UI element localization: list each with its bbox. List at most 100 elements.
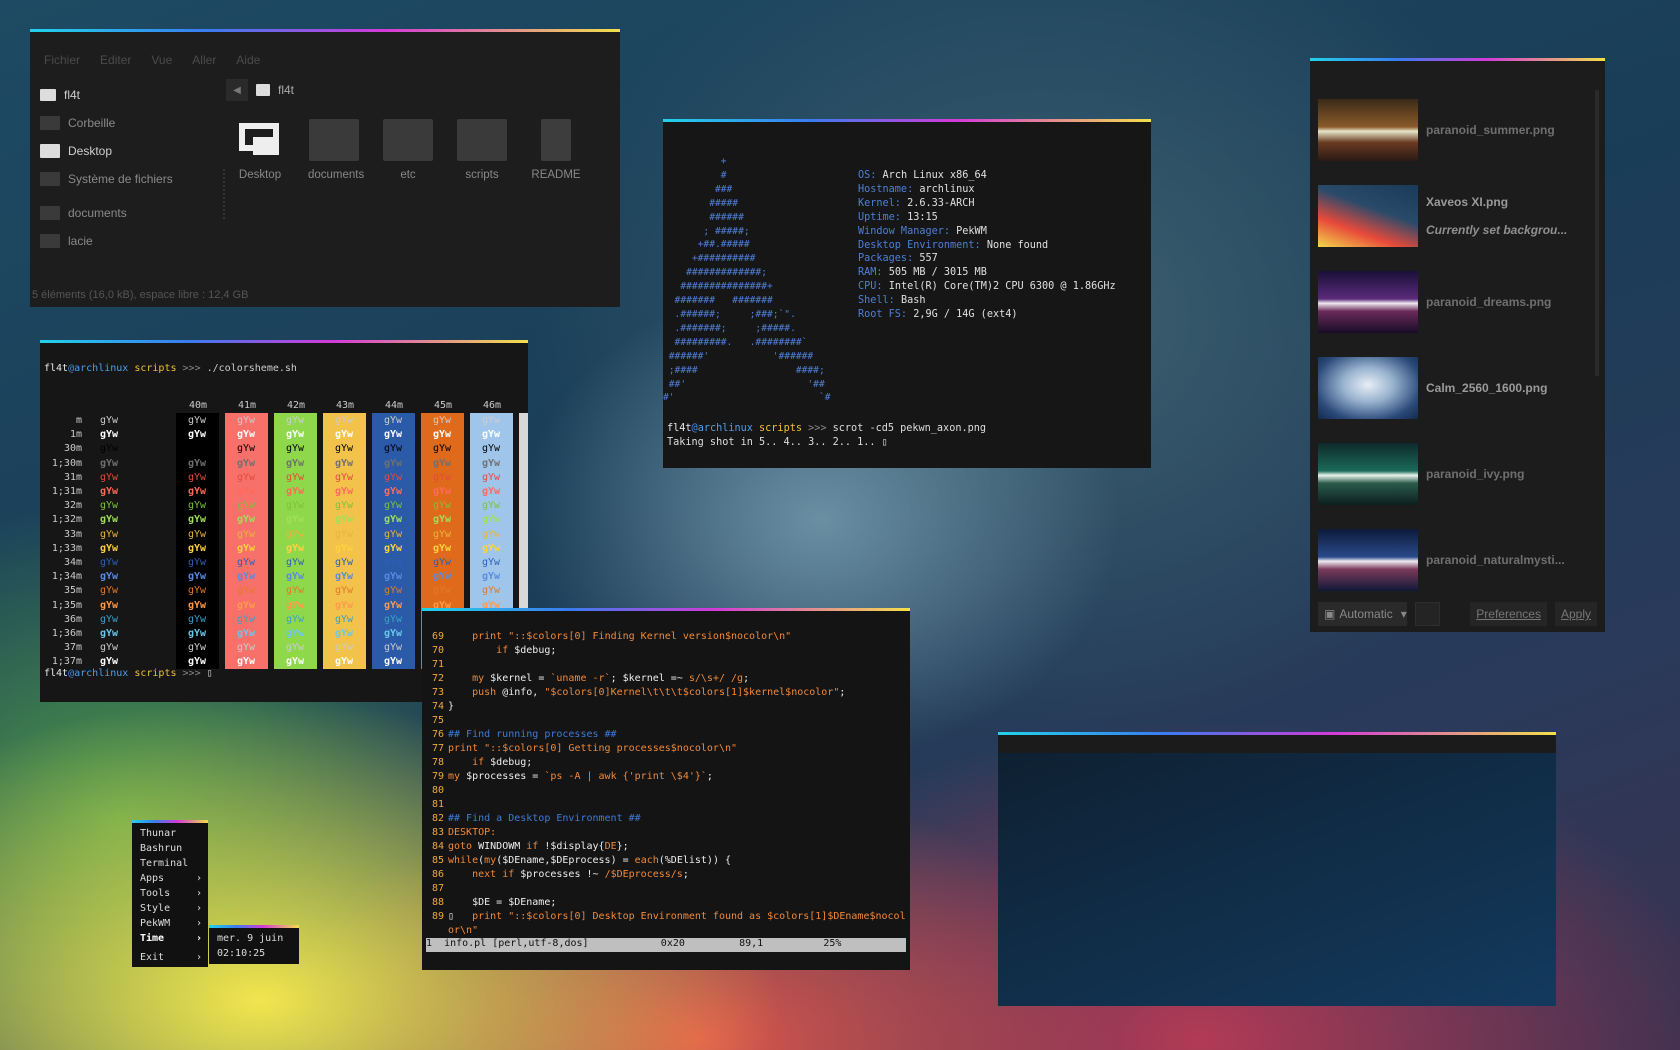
- code-line: 72 my $kernel = `uname -r`; $kernel =~ s…: [422, 672, 906, 686]
- apply-button[interactable]: Apply: [1554, 602, 1597, 626]
- menu-item-style[interactable]: Style ›: [140, 903, 202, 914]
- time-submenu[interactable]: mer. 9 juin 02:10:25: [209, 925, 299, 964]
- line-number: 89: [432, 911, 445, 922]
- color-sample: gYw: [384, 585, 403, 597]
- color-sample: gYw: [237, 429, 256, 441]
- file-manager-window[interactable]: Fichier Editer Vue Aller Aide fl4t Corbeille D…: [30, 29, 620, 307]
- back-arrow-icon[interactable]: ◀: [226, 79, 248, 101]
- wallpaper-item[interactable]: paranoid_summer.png: [1318, 90, 1594, 170]
- menu-vue[interactable]: Vue: [151, 53, 172, 67]
- wallpaper-item[interactable]: paranoid_dreams.png: [1318, 262, 1594, 342]
- info-value: 13:15: [907, 211, 938, 223]
- color-sample: gYw: [100, 642, 119, 654]
- info-key: Desktop Environment:: [858, 239, 981, 251]
- menu-item-tools[interactable]: Tools ›: [140, 888, 202, 899]
- file-item-documents[interactable]: documents: [308, 119, 364, 181]
- row-label: 1;37m: [51, 656, 82, 668]
- wallpaper-text: Calm_2560_1600.png: [1426, 381, 1547, 395]
- sidebar-item-documents[interactable]: documents: [40, 199, 230, 227]
- path-label[interactable]: fl4t: [278, 83, 294, 97]
- color-sample: gYw: [100, 415, 119, 426]
- color-sample: gYw: [433, 429, 452, 441]
- window-border-gradient: [30, 29, 620, 32]
- line-number: 75: [432, 715, 445, 726]
- preferences-button[interactable]: Preferences: [1470, 602, 1547, 626]
- menu-aide[interactable]: Aide: [236, 53, 260, 67]
- code-text: print "::$colors[0] Getting processes$no…: [448, 743, 738, 754]
- menu-item-thunar[interactable]: Thunar: [140, 828, 202, 839]
- sysinfo-terminal-window[interactable]: + # ### ##### ###### ; #####; +##.##### …: [663, 119, 1151, 468]
- wallpaper-thumbnail: [1318, 443, 1418, 505]
- line-number: 70: [432, 645, 445, 656]
- row-label: 1;33m: [51, 542, 82, 554]
- pane-divider[interactable]: [223, 169, 225, 219]
- window-titlebar[interactable]: [998, 735, 1556, 753]
- mode-select[interactable]: ▣ Automatic ▾: [1318, 602, 1407, 626]
- info-line: Root FS: 2,9G / 14G (ext4): [858, 308, 1116, 322]
- menu-item-apps[interactable]: Apps ›: [140, 873, 202, 884]
- menu-item-terminal[interactable]: Terminal: [140, 858, 202, 869]
- wallpaper-item[interactable]: paranoid_naturalmysti...: [1318, 520, 1594, 600]
- sidebar-item-label: Système de fichiers: [68, 172, 173, 186]
- menu-item-label: Apps: [140, 873, 165, 884]
- menu-item-label: Tools: [140, 888, 171, 899]
- bg-header: 45m: [434, 400, 453, 411]
- vim-editor-window[interactable]: 69 print "::$colors[0] Finding Kernel ve…: [422, 608, 910, 970]
- wallpaper-thumbnail: [1318, 529, 1418, 591]
- color-sample: gYw: [433, 443, 452, 455]
- color-sample: gYw: [384, 642, 403, 654]
- file-item-scripts[interactable]: scripts: [456, 119, 508, 181]
- color-sample: gYw: [188, 514, 207, 526]
- menu-editer[interactable]: Editer: [100, 53, 131, 67]
- color-swatch-button[interactable]: [1414, 602, 1441, 626]
- folder-icon: [40, 234, 60, 248]
- command-line[interactable]: fl4t@archlinux scripts >>> scrot -cd5 pe…: [667, 422, 986, 450]
- wallpaper-item[interactable]: Calm_2560_1600.png: [1318, 348, 1594, 428]
- file-item-readme[interactable]: README: [530, 119, 582, 181]
- wallpaper-picker-window[interactable]: paranoid_summer.png Xaveos XI.png Currentl…: [1310, 58, 1605, 632]
- code-text: ## Find running processes ##: [448, 729, 617, 740]
- file-item-etc[interactable]: etc: [382, 119, 434, 181]
- color-sample: gYw: [188, 613, 207, 625]
- code-line: or\n": [422, 924, 906, 938]
- color-sample: gYw: [384, 542, 403, 554]
- wallpaper-item[interactable]: Xaveos XI.png Currently set backgrou...: [1318, 176, 1594, 256]
- wallpaper-item[interactable]: paranoid_ivy.png: [1318, 434, 1594, 514]
- scrollbar[interactable]: [1595, 90, 1599, 376]
- color-sample: gYw: [100, 429, 119, 441]
- file-grid: Desktop documents etc scripts README: [234, 119, 582, 181]
- empty-window[interactable]: [998, 732, 1556, 1006]
- menu-item-pekwm[interactable]: PekWM ›: [140, 918, 202, 929]
- sidebar-item-système-de-fichiers[interactable]: Système de fichiers: [40, 165, 230, 193]
- color-sample: gYw: [482, 542, 501, 554]
- menu-aller[interactable]: Aller: [192, 53, 216, 67]
- line-number: 86: [432, 869, 445, 880]
- menu-item-bashrun[interactable]: Bashrun: [140, 843, 202, 854]
- root-menu[interactable]: Thunar Bashrun Terminal Apps › Tools › Style › Pe…: [132, 820, 208, 967]
- color-sample: gYw: [286, 429, 305, 441]
- code-line: 69 print "::$colors[0] Finding Kernel ve…: [422, 630, 906, 644]
- row-label: 1;35m: [51, 599, 82, 611]
- path-bar: ◀ fl4t: [226, 79, 294, 101]
- menu-item-time[interactable]: Time ›: [140, 933, 202, 944]
- code-text: $DE = $DEname;: [448, 897, 557, 908]
- code-buffer[interactable]: 69 print "::$colors[0] Finding Kernel ve…: [422, 630, 906, 938]
- sidebar-item-fl4t[interactable]: fl4t: [40, 81, 230, 109]
- file-label: Desktop: [238, 169, 282, 181]
- menu-fichier[interactable]: Fichier: [44, 53, 80, 67]
- color-sample: gYw: [286, 443, 305, 455]
- menu-item-exit[interactable]: Exit ›: [140, 952, 202, 963]
- code-text: next if $processes !~ /$DEprocess/s;: [472, 869, 689, 880]
- color-sample: gYw: [286, 599, 305, 611]
- color-sample: gYw: [384, 613, 403, 625]
- color-sample: gYw: [335, 599, 354, 611]
- line-number: 78: [432, 757, 445, 768]
- file-item-desktop[interactable]: Desktop: [234, 119, 286, 181]
- code-text: or\n": [448, 925, 479, 936]
- sidebar-item-lacie[interactable]: lacie: [40, 227, 230, 255]
- code-line: 79 my $processes = `ps -A | awk {'print \…: [422, 770, 906, 784]
- color-sample: gYw: [188, 542, 207, 554]
- sidebar-item-corbeille[interactable]: Corbeille: [40, 109, 230, 137]
- sidebar-item-desktop[interactable]: Desktop: [40, 137, 230, 165]
- final-prompt[interactable]: fl4t@archlinux scripts >>> ▯: [44, 668, 213, 679]
